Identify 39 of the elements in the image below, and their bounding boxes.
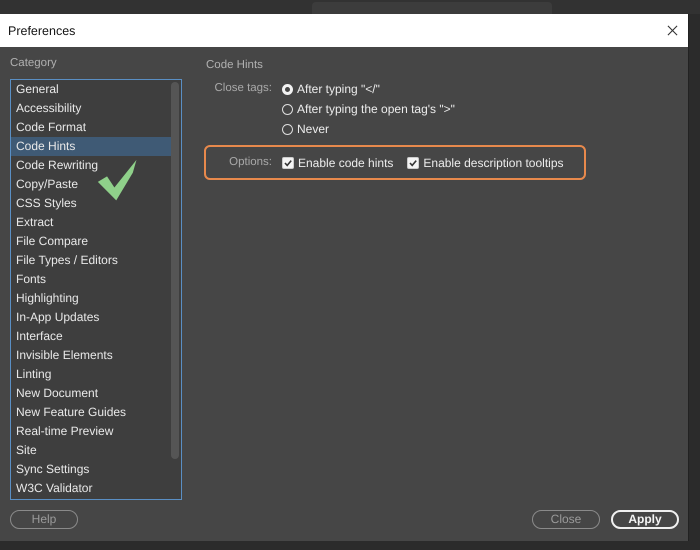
dialog-button[interactable]: Apply [611, 510, 679, 528]
category-item[interactable]: Extract [11, 213, 171, 232]
category-item[interactable]: Code Hints [11, 137, 171, 156]
category-item[interactable]: Code Format [11, 118, 171, 137]
option-label[interactable]: After typing the open tag's ">" [297, 102, 455, 116]
option-label[interactable]: After typing "</" [297, 82, 380, 96]
category-item[interactable]: Sync Settings [11, 460, 171, 479]
category-item[interactable]: Invisible Elements [11, 346, 171, 365]
category-item[interactable]: Highlighting [11, 289, 171, 308]
category-item[interactable]: Accessibility [11, 99, 171, 118]
category-item[interactable]: CSS Styles [11, 194, 171, 213]
section-heading: Category [10, 57, 58, 71]
option-label[interactable]: Enable description tooltips [423, 156, 564, 170]
category-item[interactable]: Interface [11, 327, 171, 346]
scrollbar[interactable] [171, 82, 179, 459]
checkbox[interactable] [407, 156, 420, 168]
category-item[interactable]: Copy/Paste [11, 175, 171, 194]
category-item[interactable]: File Types / Editors [11, 251, 171, 270]
option-label[interactable]: Enable code hints [298, 156, 394, 170]
category-item[interactable]: In-App Updates [11, 308, 171, 327]
category-item[interactable]: Real-time Preview [11, 422, 171, 441]
category-item[interactable]: General [11, 80, 171, 99]
field-label: Options: [228, 155, 272, 170]
category-item[interactable]: New Document [11, 384, 171, 403]
section-heading: Code Hints [206, 59, 263, 71]
category-item[interactable]: File Compare [11, 232, 171, 251]
category-item[interactable]: Linting [11, 365, 171, 384]
category-item[interactable]: Code Rewriting [11, 156, 171, 175]
radio-button[interactable] [282, 104, 293, 114]
field-label: Close tags: [213, 81, 272, 96]
option-label[interactable]: Never [297, 122, 330, 136]
window-title: Preferences [8, 24, 76, 38]
category-item[interactable]: Fonts [11, 270, 171, 289]
category-item[interactable]: New Feature Guides [11, 403, 171, 422]
close-icon[interactable] [667, 25, 678, 36]
radio-button[interactable] [282, 124, 293, 134]
category-item[interactable]: Site [11, 441, 171, 460]
category-item[interactable]: W3C Validator [11, 479, 171, 498]
checkbox[interactable] [282, 156, 294, 168]
